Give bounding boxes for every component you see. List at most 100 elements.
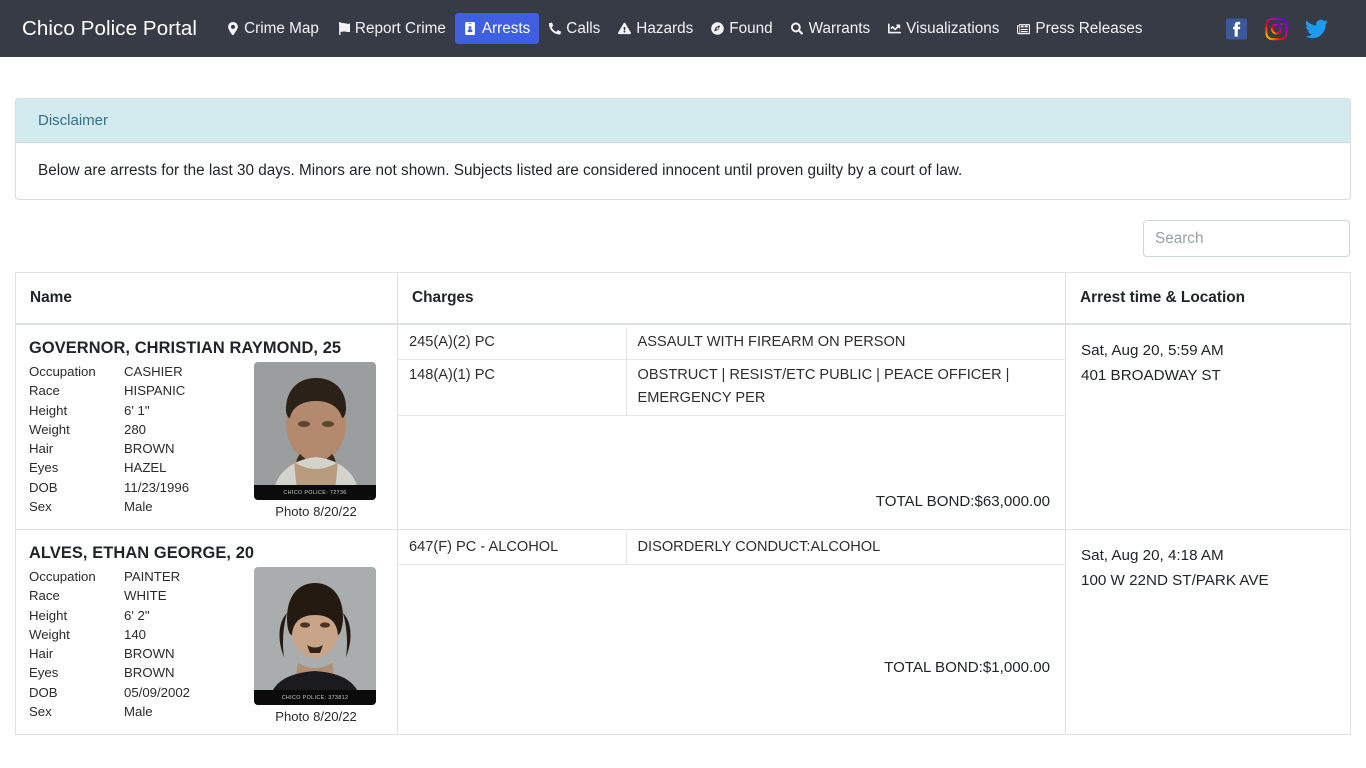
nav-item-label: Warrants: [808, 19, 871, 37]
attr-label-dob: DOB: [29, 684, 58, 700]
attr-label-sex: Sex: [29, 704, 52, 720]
charge-code: 647(F) PC - ALCOHOL: [398, 532, 627, 565]
instagram-icon: [1265, 17, 1288, 40]
charge-code: 245(A)(2) PC: [398, 327, 627, 360]
mugshot-photo[interactable]: CHICO POLICE: 72736: [254, 362, 376, 500]
attr-label-occupation: Occupation: [29, 569, 96, 584]
charge-row: 148(A)(1) PC OBSTRUCT | RESIST/ETC PUBLI…: [398, 359, 1065, 416]
nav-item-label: Arrests: [481, 19, 531, 37]
name-cell: GOVERNOR, CHRISTIAN RAYMOND, 25 Occupati…: [15, 324, 398, 530]
photo-block: CHICO POLICE: 373812 Photo 8/20/22: [254, 567, 378, 724]
nav-links: Crime Map Report Crime Arrests Calls Haz: [217, 12, 1151, 45]
social-links: [1225, 17, 1328, 40]
nav-item-label: Visualizations: [906, 19, 1000, 37]
nav-item-label: Hazards: [636, 19, 694, 37]
twitter-link[interactable]: [1305, 17, 1328, 40]
arrests-table: Name Charges Arrest time & Location GOVE…: [15, 272, 1351, 735]
person-attributes: Occupation CASHIER Race HISPANIC Height 6' …: [29, 362, 254, 516]
warning-icon: [618, 21, 632, 35]
nav-item-arrests[interactable]: Arrests: [454, 12, 540, 45]
attr-label-height: Height: [29, 402, 68, 418]
facebook-link[interactable]: [1225, 17, 1248, 40]
nav-item-hazards[interactable]: Hazards: [609, 13, 702, 44]
column-header-arrest[interactable]: Arrest time & Location: [1065, 272, 1351, 325]
person-name: ALVES, ETHAN GEORGE, 20: [29, 544, 255, 562]
disclaimer-body: Below are arrests for the last 30 days. …: [38, 162, 963, 179]
map-pin-icon: [226, 21, 239, 35]
charges-cell: 245(A)(2) PC ASSAULT WITH FIREARM ON PER…: [397, 324, 1066, 530]
attr-label-sex: Sex: [29, 499, 52, 515]
nav-item-label: Report Crime: [354, 19, 446, 37]
attr-label-weight: Weight: [29, 626, 70, 642]
charges-table: 647(F) PC - ALCOHOL DISORDERLY CONDUCT:A…: [398, 532, 1065, 565]
disclaimer-panel: Disclaimer Below are arrests for the las…: [15, 98, 1351, 200]
attr-label-race: Race: [29, 383, 60, 399]
attr-label-eyes: Eyes: [29, 665, 59, 681]
attr-value-height: 6' 1": [124, 402, 150, 418]
charges-cell: 647(F) PC - ALCOHOL DISORDERLY CONDUCT:A…: [397, 529, 1066, 735]
person-name: GOVERNOR, CHRISTIAN RAYMOND, 25: [29, 339, 342, 357]
charge-description: DISORDERLY CONDUCT:ALCOHOL: [626, 532, 1065, 565]
nav-item-warrants[interactable]: Warrants: [782, 13, 879, 44]
attr-label-height: Height: [29, 607, 68, 623]
mugshot-watermark: CHICO POLICE: 373812: [254, 690, 376, 705]
search-row: [15, 220, 1351, 257]
charge-code: 148(A)(1) PC: [398, 359, 627, 416]
nav-item-calls[interactable]: Calls: [539, 13, 609, 44]
nav-item-label: Found: [729, 19, 773, 37]
nav-item-report-crime[interactable]: Report Crime: [328, 13, 455, 44]
compass-icon: [711, 21, 725, 35]
nav-item-crime-map[interactable]: Crime Map: [217, 13, 328, 44]
table-header-row: Name Charges Arrest time & Location: [15, 272, 1351, 325]
name-cell: ALVES, ETHAN GEORGE, 20 Occupation PAINTE…: [15, 529, 398, 735]
arrest-time: Sat, Aug 20, 5:59 AM: [1081, 342, 1224, 359]
arrest-location: 401 BROADWAY ST: [1081, 366, 1221, 384]
brand-title: Chico Police Portal: [22, 16, 198, 40]
attr-value-race: WHITE: [124, 588, 167, 604]
nav-item-visualizations[interactable]: Visualizations: [879, 13, 1008, 44]
top-navbar: Chico Police Portal Crime Map Report Cri…: [0, 0, 1366, 57]
nav-item-label: Crime Map: [244, 19, 319, 37]
newspaper-icon: [1017, 21, 1031, 35]
charge-description: OBSTRUCT | RESIST/ETC PUBLIC | PEACE OFF…: [626, 359, 1065, 416]
attr-value-occupation: CASHIER: [124, 364, 183, 379]
total-bond: TOTAL BOND:$1,000.00: [884, 659, 1050, 676]
phone-icon: [548, 21, 561, 35]
column-header-name[interactable]: Name: [15, 272, 398, 325]
facebook-icon: [1225, 17, 1248, 40]
attr-label-race: Race: [29, 588, 60, 604]
attr-label-occupation: Occupation: [29, 364, 96, 379]
page-content: Disclaimer Below are arrests for the las…: [0, 98, 1366, 735]
twitter-icon: [1305, 19, 1328, 38]
charge-description: ASSAULT WITH FIREARM ON PERSON: [626, 327, 1065, 360]
table-body: GOVERNOR, CHRISTIAN RAYMOND, 25 Occupati…: [15, 324, 1351, 735]
total-bond: TOTAL BOND:$63,000.00: [875, 493, 1050, 510]
arrest-cell: Sat, Aug 20, 4:18 AM 100 W 22ND ST/PARK …: [1065, 529, 1351, 735]
charge-row: 245(A)(2) PC ASSAULT WITH FIREARM ON PER…: [398, 327, 1065, 360]
column-header-charges[interactable]: Charges: [397, 272, 1066, 325]
attr-value-dob: 05/09/2002: [124, 684, 191, 700]
instagram-link[interactable]: [1265, 17, 1288, 40]
attr-value-race: HISPANIC: [124, 383, 186, 399]
person-attributes: Occupation PAINTER Race WHITE Height 6' 2" …: [29, 567, 254, 721]
attr-value-weight: 280: [124, 421, 147, 437]
mugshot-watermark: CHICO POLICE: 72736: [254, 485, 376, 500]
nav-item-press-releases[interactable]: Press Releases: [1008, 13, 1151, 44]
arrest-cell: Sat, Aug 20, 5:59 AM 401 BROADWAY ST: [1065, 324, 1351, 530]
attr-label-weight: Weight: [29, 421, 70, 437]
mugshot-photo[interactable]: CHICO POLICE: 373812: [254, 567, 376, 705]
arrest-location: 100 W 22ND ST/PARK AVE: [1081, 571, 1269, 589]
attr-label-eyes: Eyes: [29, 460, 59, 476]
charges-table: 245(A)(2) PC ASSAULT WITH FIREARM ON PER…: [398, 327, 1065, 416]
nav-item-label: Calls: [566, 19, 601, 37]
attr-value-sex: Male: [124, 704, 153, 720]
attr-value-height: 6' 2": [124, 607, 150, 623]
attr-label-dob: DOB: [29, 479, 58, 495]
attr-label-hair: Hair: [29, 441, 54, 457]
charge-row: 647(F) PC - ALCOHOL DISORDERLY CONDUCT:A…: [398, 532, 1065, 565]
arrest-time: Sat, Aug 20, 4:18 AM: [1081, 547, 1224, 564]
nav-item-found[interactable]: Found: [702, 13, 781, 44]
id-badge-icon: [464, 21, 477, 35]
search-input[interactable]: [1143, 220, 1350, 257]
attr-value-eyes: BROWN: [124, 665, 175, 681]
